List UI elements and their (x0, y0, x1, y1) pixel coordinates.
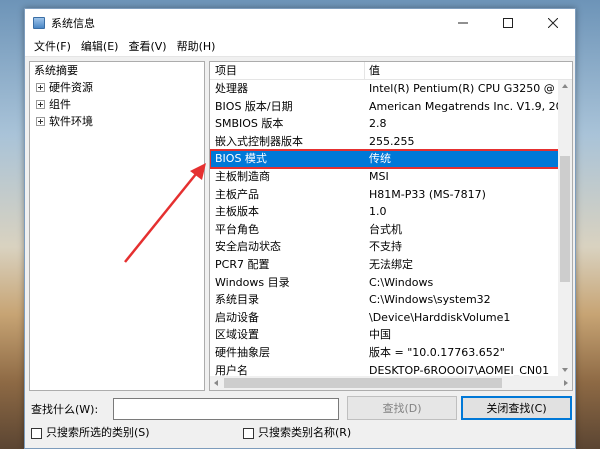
row-value: 传统 (369, 152, 391, 166)
title-bar[interactable]: 系统信息 (25, 9, 575, 37)
row-item: 系统目录 (215, 293, 259, 307)
system-info-window: 系统信息 文件(F) 编辑(E) 查看(V) 帮助(H) 系统摘要 硬件资源 组… (24, 8, 576, 449)
row-value: 不支持 (369, 240, 402, 254)
table-row[interactable]: 嵌入式控制器版本 255.255 (210, 133, 572, 151)
row-item: 硬件抽象层 (215, 345, 270, 359)
expand-plus-icon[interactable] (36, 100, 45, 109)
scroll-left-icon[interactable] (214, 380, 218, 386)
table-row[interactable]: 系统目录 C:\Windows\system32 (210, 291, 572, 309)
window-title: 系统信息 (51, 17, 95, 30)
row-value: 版本 = "10.0.17763.652" (369, 345, 505, 359)
expand-plus-icon[interactable] (36, 83, 45, 92)
row-value: C:\Windows\system32 (369, 293, 491, 307)
row-item: 主板制造商 (215, 169, 270, 183)
row-value: 台式机 (369, 222, 402, 236)
row-item: Windows 目录 (215, 275, 290, 289)
row-item: BIOS 版本/日期 (215, 99, 293, 113)
row-item: PCR7 配置 (215, 257, 270, 271)
vertical-scroll-thumb[interactable] (560, 156, 570, 282)
row-value: 1.0 (369, 205, 387, 219)
close-find-button[interactable]: 关闭查找(C) (461, 396, 572, 420)
find-button[interactable]: 查找(D) (347, 396, 457, 420)
find-what-input[interactable] (113, 398, 339, 420)
table-row[interactable]: 硬件抽象层 版本 = "10.0.17763.652" (210, 344, 572, 362)
row-item: 平台角色 (215, 222, 259, 236)
table-row[interactable]: Windows 目录 C:\Windows (210, 274, 572, 292)
row-item: 启动设备 (215, 310, 259, 324)
tree-item-components[interactable]: 组件 (30, 96, 204, 113)
column-header-item[interactable]: 项目 (210, 62, 365, 79)
tree-item-label: 硬件资源 (49, 81, 93, 94)
row-item: 处理器 (215, 82, 248, 95)
row-item: 主板产品 (215, 187, 259, 201)
row-value: H81M-P33 (MS-7817) (369, 187, 486, 201)
find-bar: 查找什么(W): 查找(D) 关闭查找(C) 只搜索所选的类别(S) 只搜索类别… (25, 395, 577, 449)
row-value: 无法绑定 (369, 257, 413, 271)
row-value: 255.255 (369, 134, 415, 148)
menu-view[interactable]: 查看(V) (123, 37, 171, 57)
close-icon (547, 18, 558, 28)
system-info-app-icon (33, 17, 45, 29)
table-row[interactable]: SMBIOS 版本 2.8 (210, 115, 572, 133)
checkbox-box[interactable] (243, 427, 254, 439)
row-item: 主板版本 (215, 205, 259, 219)
row-value: C:\Windows (369, 275, 434, 289)
table-row[interactable]: 区域设置 中国 (210, 326, 572, 344)
vertical-scrollbar[interactable] (558, 80, 572, 376)
maximize-button[interactable] (485, 9, 530, 37)
row-item: BIOS 模式 (215, 152, 267, 166)
category-tree[interactable]: 系统摘要 硬件资源 组件 软件环境 (29, 61, 205, 391)
row-value: American Megatrends Inc. V1.9, 2015/3 (369, 99, 572, 113)
scroll-right-icon[interactable] (564, 380, 568, 386)
table-row-selected-bios-mode[interactable]: BIOS 模式 传统 (210, 149, 572, 169)
horizontal-scrollbar[interactable] (210, 376, 572, 390)
table-row[interactable]: 处理器 Intel(R) Pentium(R) CPU G3250 @ 3.20G… (210, 80, 572, 98)
maximize-icon (502, 18, 513, 28)
table-row[interactable]: 平台角色 台式机 (210, 221, 572, 239)
checkbox-label: 只搜索所选的类别(S) (46, 426, 150, 439)
table-row[interactable]: 主板产品 H81M-P33 (MS-7817) (210, 186, 572, 204)
close-button[interactable] (530, 9, 575, 37)
row-item: 安全启动状态 (215, 240, 281, 254)
search-category-names-checkbox[interactable]: 只搜索类别名称(R) (243, 425, 351, 441)
tree-item-software-environment[interactable]: 软件环境 (30, 113, 204, 130)
table-row[interactable]: 主板制造商 MSI (210, 168, 572, 186)
tree-item-label: 系统摘要 (34, 64, 78, 77)
row-value: Intel(R) Pentium(R) CPU G3250 @ 3.20GHz (369, 82, 572, 95)
tree-item-label: 组件 (49, 98, 71, 111)
row-item: SMBIOS 版本 (215, 117, 284, 131)
checkbox-box[interactable] (31, 427, 42, 439)
table-row[interactable]: PCR7 配置 无法绑定 (210, 256, 572, 274)
table-row[interactable]: 安全启动状态 不支持 (210, 238, 572, 256)
table-row[interactable]: BIOS 版本/日期 American Megatrends Inc. V1.9,… (210, 98, 572, 116)
tree-item-hardware-resources[interactable]: 硬件资源 (30, 79, 204, 96)
expand-plus-icon[interactable] (36, 117, 45, 126)
row-value: \Device\HarddiskVolume1 (369, 310, 511, 324)
find-what-label: 查找什么(W): (31, 403, 99, 416)
menu-bar: 文件(F) 编辑(E) 查看(V) 帮助(H) (25, 37, 575, 57)
row-item: 嵌入式控制器版本 (215, 134, 303, 148)
details-list[interactable]: 项目 值 处理器 Intel(R) Pentium(R) CPU G3250 @ … (209, 61, 573, 391)
list-rows: 处理器 Intel(R) Pentium(R) CPU G3250 @ 3.20G… (210, 80, 572, 379)
menu-file[interactable]: 文件(F) (29, 37, 76, 57)
table-row[interactable]: 主板版本 1.0 (210, 203, 572, 221)
scroll-up-icon[interactable] (562, 84, 568, 88)
minimize-button[interactable] (440, 9, 485, 37)
tree-item-label: 软件环境 (49, 115, 93, 128)
column-header-value[interactable]: 值 (365, 62, 572, 79)
menu-edit[interactable]: 编辑(E) (76, 37, 124, 57)
scroll-down-icon[interactable] (562, 368, 568, 372)
row-value: 中国 (369, 328, 391, 342)
checkbox-label: 只搜索类别名称(R) (258, 426, 352, 439)
list-header: 项目 值 (210, 62, 572, 80)
table-row[interactable]: 启动设备 \Device\HarddiskVolume1 (210, 309, 572, 327)
row-item: 区域设置 (215, 328, 259, 342)
search-selected-category-checkbox[interactable]: 只搜索所选的类别(S) (31, 425, 150, 441)
horizontal-scroll-thumb[interactable] (224, 378, 502, 388)
tree-item-system-summary[interactable]: 系统摘要 (30, 62, 204, 79)
minimize-icon (457, 22, 468, 24)
row-value: MSI (369, 169, 389, 183)
row-value: 2.8 (369, 117, 387, 131)
menu-help[interactable]: 帮助(H) (172, 37, 221, 57)
